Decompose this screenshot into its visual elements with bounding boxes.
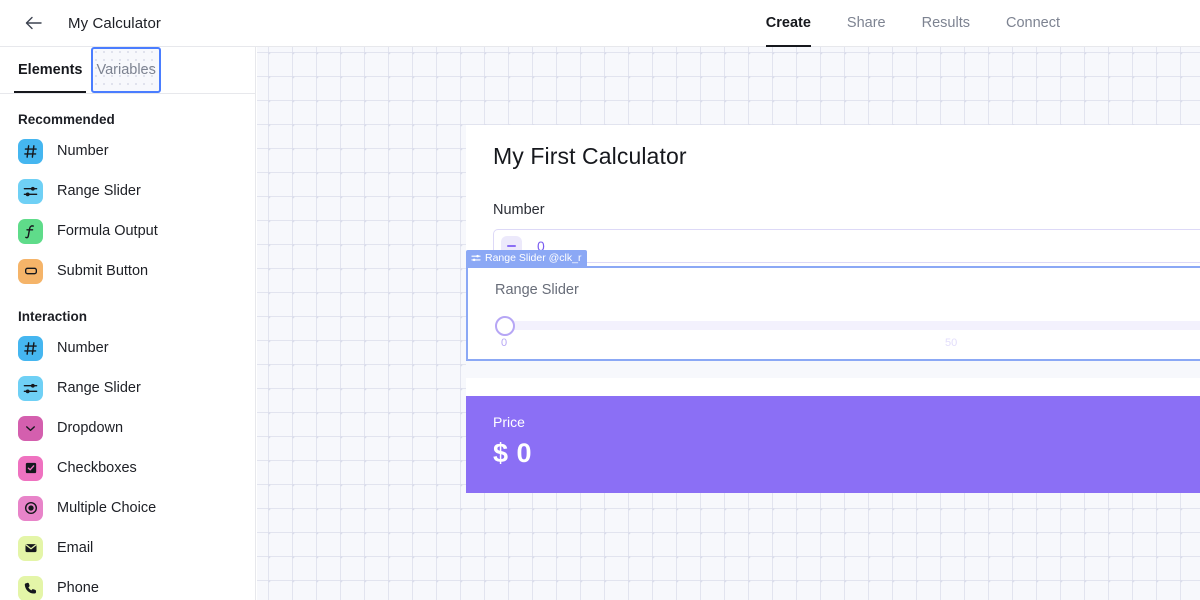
palette-item-multiple-choice[interactable]: Multiple Choice bbox=[0, 488, 255, 528]
page-title: My Calculator bbox=[68, 14, 161, 32]
price-label: Price bbox=[493, 414, 525, 430]
chevron-down-icon bbox=[18, 415, 43, 441]
palette-item-label: Submit Button bbox=[57, 263, 149, 279]
palette-item-checkboxes[interactable]: Checkboxes bbox=[0, 448, 255, 488]
number-input[interactable]: 0 bbox=[493, 229, 1200, 263]
envelope-icon bbox=[18, 535, 43, 561]
selection-badge-label: Range Slider @clk_r bbox=[485, 252, 582, 264]
sidebar-tabs: Elements Variables bbox=[0, 47, 255, 94]
tab-variables[interactable]: Variables bbox=[91, 47, 161, 93]
nav-item-share[interactable]: Share bbox=[847, 0, 886, 47]
palette-item-number-recommended[interactable]: Number bbox=[0, 131, 255, 171]
back-button[interactable] bbox=[18, 8, 48, 38]
hash-icon bbox=[18, 138, 43, 164]
price-value: $ 0 bbox=[493, 438, 533, 468]
phone-icon bbox=[18, 575, 43, 600]
block-gap bbox=[466, 378, 1200, 396]
nav-item-connect[interactable]: Connect bbox=[1006, 0, 1060, 47]
selected-range-slider-block[interactable]: Range Slider @clk_r Range Slider 0 50 bbox=[466, 250, 1200, 361]
form-title: My First Calculator bbox=[493, 143, 687, 169]
function-icon bbox=[18, 218, 43, 244]
range-slider-label: Range Slider bbox=[495, 282, 579, 298]
palette-item-email[interactable]: Email bbox=[0, 528, 255, 568]
slider-mid-label: 50 bbox=[945, 337, 958, 349]
palette-item-label: Range Slider bbox=[57, 183, 141, 199]
top-bar: My Calculator Create Share Results Conne… bbox=[0, 0, 1200, 47]
palette-item-label: Number bbox=[57, 143, 109, 159]
arrow-left-icon bbox=[25, 16, 42, 30]
nav-item-create[interactable]: Create bbox=[765, 0, 812, 47]
slider-min-label: 0 bbox=[501, 337, 508, 349]
radio-icon bbox=[18, 495, 43, 521]
section-title-recommended: Recommended bbox=[18, 112, 115, 127]
slider-track[interactable] bbox=[495, 321, 1200, 330]
section-title-interaction: Interaction bbox=[18, 309, 88, 324]
palette-item-submit-button-recommended[interactable]: Submit Button bbox=[0, 251, 255, 291]
calculator-form-card: My First Calculator Number 0 Price $ 0 R… bbox=[466, 125, 1200, 493]
number-field-label: Number bbox=[493, 202, 545, 218]
palette-item-dropdown[interactable]: Dropdown bbox=[0, 408, 255, 448]
top-navigation: Create Share Results Connect bbox=[765, 0, 1060, 47]
palette-item-label: Number bbox=[57, 340, 109, 356]
app-root: My Calculator Create Share Results Conne… bbox=[0, 0, 1200, 600]
price-output-block[interactable]: Price $ 0 bbox=[466, 396, 1200, 493]
palette-item-range-slider-recommended[interactable]: Range Slider bbox=[0, 171, 255, 211]
palette-item-number-interaction[interactable]: Number bbox=[0, 328, 255, 368]
element-palette-sidebar: Elements Variables Recommended Number Ra… bbox=[0, 47, 256, 600]
palette-item-label: Multiple Choice bbox=[57, 500, 157, 516]
range-slider-control[interactable]: 0 50 bbox=[495, 316, 1200, 350]
hash-icon bbox=[18, 335, 43, 361]
palette-item-label: Range Slider bbox=[57, 380, 141, 396]
selection-badge: Range Slider @clk_r bbox=[466, 250, 588, 266]
sliders-icon bbox=[471, 253, 485, 263]
block-gap bbox=[466, 360, 1200, 378]
palette-item-range-slider-interaction[interactable]: Range Slider bbox=[0, 368, 255, 408]
palette-item-formula-output-recommended[interactable]: Formula Output bbox=[0, 211, 255, 251]
sliders-icon bbox=[18, 375, 43, 401]
nav-item-results[interactable]: Results bbox=[922, 0, 970, 47]
palette-item-label: Checkboxes bbox=[57, 460, 137, 476]
palette-item-label: Phone bbox=[57, 580, 99, 596]
palette-item-phone[interactable]: Phone bbox=[0, 568, 255, 600]
palette-item-label: Formula Output bbox=[57, 223, 158, 239]
palette-item-label: Email bbox=[57, 540, 94, 556]
sliders-icon bbox=[18, 178, 43, 204]
button-icon bbox=[18, 258, 43, 284]
checkbox-icon bbox=[18, 455, 43, 481]
canvas-area[interactable]: My First Calculator Number 0 Price $ 0 R… bbox=[257, 47, 1200, 600]
tab-elements[interactable]: Elements bbox=[14, 47, 87, 93]
slider-thumb[interactable] bbox=[495, 316, 515, 336]
minus-bar bbox=[507, 245, 516, 247]
palette-item-label: Dropdown bbox=[57, 420, 124, 436]
